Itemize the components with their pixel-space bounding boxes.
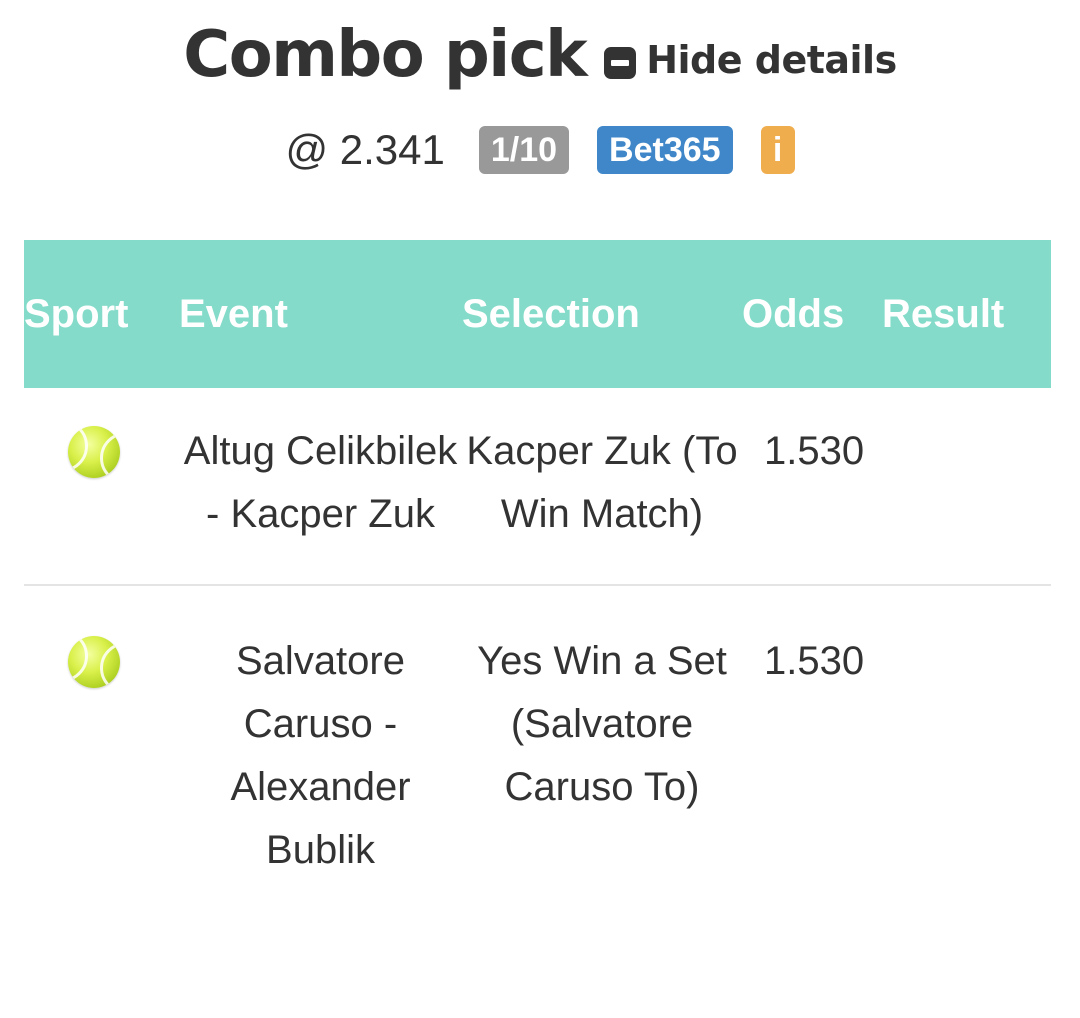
total-odds: @ 2.341: [285, 126, 445, 173]
selection-cell: Yes Win a Set (Salvatore Caruso To): [477, 639, 727, 809]
tennis-ball-icon: [68, 426, 120, 478]
tennis-ball-icon: [68, 636, 120, 688]
column-header-sport: Sport: [24, 291, 129, 336]
column-header-selection: Selection: [462, 291, 640, 336]
result-cell: [882, 388, 1051, 585]
info-badge[interactable]: i: [760, 126, 795, 174]
table-header-row: Sport Event Selection Odds Result: [24, 240, 1051, 388]
column-header-result: Result: [882, 291, 1005, 336]
pick-summary: @ 2.341 1/10 Bet365 i: [0, 126, 1080, 174]
sport-cell: [24, 388, 179, 585]
hide-details-toggle[interactable]: Hide details: [604, 38, 897, 82]
result-cell: [882, 585, 1051, 912]
event-cell: Altug Celikbilek - Kacper Zuk: [183, 429, 458, 536]
event-cell: Salvatore Caruso - Alexander Bublik: [230, 639, 411, 872]
selection-cell: Kacper Zuk (To Win Match): [466, 429, 738, 536]
bookmaker-badge[interactable]: Bet365: [597, 126, 733, 174]
table-row: Altug Celikbilek - Kacper Zuk Kacper Zuk…: [24, 388, 1051, 585]
pick-header: Combo pick Hide details: [0, 18, 1080, 92]
table-row: Salvatore Caruso - Alexander Bublik Yes …: [24, 585, 1051, 912]
sport-cell: [24, 585, 179, 912]
column-header-odds: Odds: [742, 291, 845, 336]
minus-square-icon: [604, 47, 637, 79]
selections-table: Sport Event Selection Odds Result Altug …: [24, 240, 1051, 912]
odds-cell: 1.530: [764, 639, 865, 683]
odds-cell: 1.530: [764, 429, 865, 473]
page-title: Combo pick: [183, 18, 587, 92]
hide-details-label: Hide details: [646, 38, 897, 82]
column-header-event: Event: [179, 291, 288, 336]
stake-badge: 1/10: [478, 126, 570, 174]
